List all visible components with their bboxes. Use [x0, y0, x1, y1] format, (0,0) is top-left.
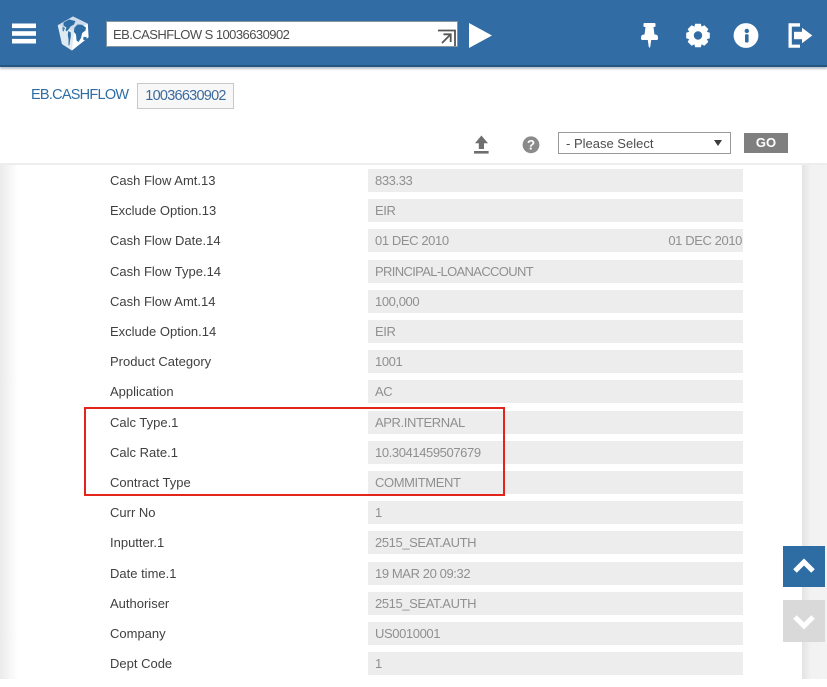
svg-text:?: ? [527, 138, 535, 153]
